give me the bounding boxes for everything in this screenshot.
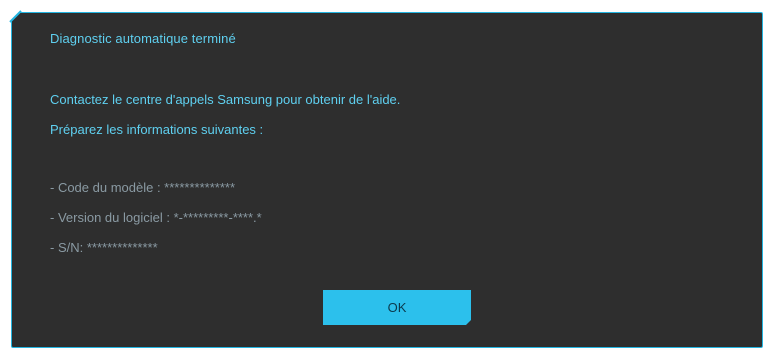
ok-button[interactable]: OK <box>323 290 471 325</box>
model-code-line: - Code du modèle : ************** <box>50 180 236 195</box>
dialog-title: Diagnostic automatique terminé <box>50 31 236 46</box>
prepare-info-message: Préparez les informations suivantes : <box>50 122 264 137</box>
serial-number-line: - S/N: ************** <box>50 240 158 255</box>
contact-message: Contactez le centre d'appels Samsung pou… <box>50 92 401 107</box>
software-version-line: - Version du logiciel : *-*********-****… <box>50 210 262 225</box>
